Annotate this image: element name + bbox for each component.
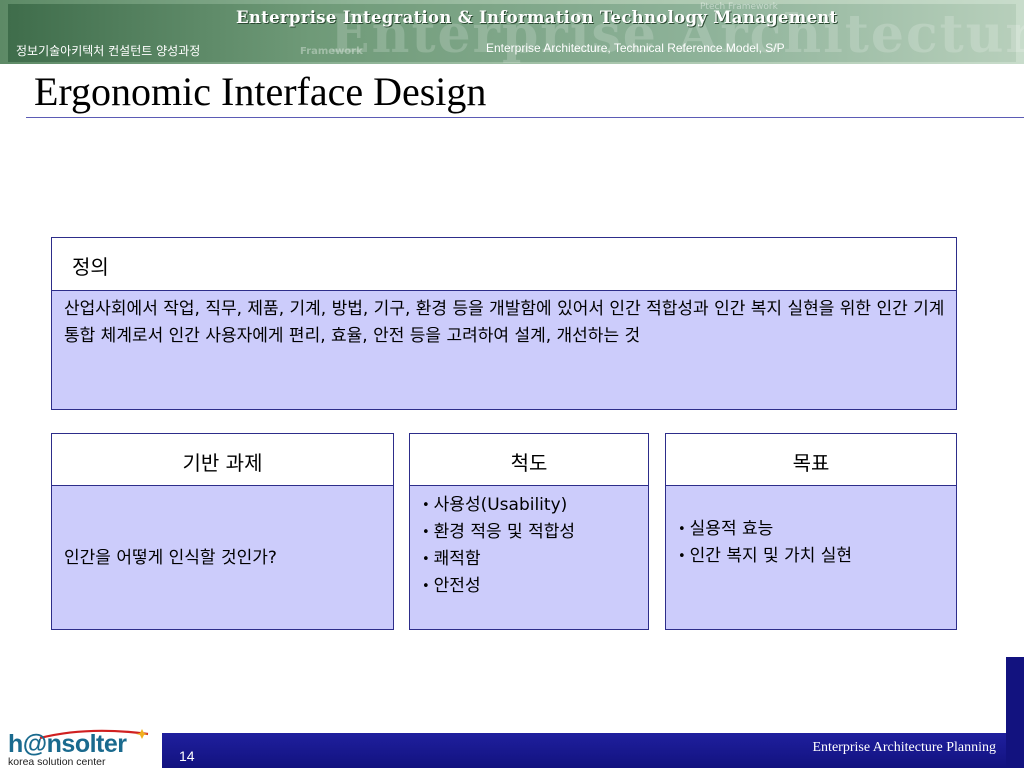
basis-text: 인간을 어떻게 인식할 것인가?	[64, 548, 277, 568]
measure-header: 척도	[410, 434, 648, 486]
definition-box: 정의 산업사회에서 작업, 직무, 제품, 기계, 방법, 기구, 환경 등을 …	[51, 237, 957, 410]
bullet-icon: •	[422, 552, 430, 567]
bullet-icon: •	[422, 498, 430, 513]
measure-list: • 사용성(Usability) • 환경 적응 및 적합성 • 쾌적함 • 안전성	[422, 492, 575, 600]
basis-label: 기반 과제	[182, 451, 263, 475]
bullet-icon: •	[422, 525, 430, 540]
definition-text: 산업사회에서 작업, 직무, 제품, 기계, 방법, 기구, 환경 등을 개발함…	[64, 299, 945, 346]
bullet-icon: •	[678, 549, 686, 564]
measure-item: 사용성(Usability)	[433, 495, 568, 515]
goal-item: 인간 복지 및 가치 실현	[689, 546, 853, 566]
list-item: • 사용성(Usability)	[422, 492, 575, 519]
logo-tagline: korea solution center	[8, 756, 106, 768]
banner-title: Enterprise Integration & Information Tec…	[236, 8, 838, 27]
company-logo: h@nsolter korea solution center	[8, 728, 158, 768]
footer-title: Enterprise Architecture Planning	[812, 740, 997, 755]
list-item: • 인간 복지 및 가치 실현	[678, 543, 852, 570]
header-banner: Enterprise Architecture Model Framework …	[0, 0, 1024, 64]
bullet-icon: •	[422, 579, 430, 594]
banner-topic: Enterprise Architecture, Technical Refer…	[486, 41, 785, 55]
goal-label: 목표	[792, 451, 830, 475]
banner-divider	[0, 64, 1024, 65]
list-item: • 쾌적함	[422, 546, 575, 573]
basis-box: 기반 과제 인간을 어떻게 인식할 것인가?	[51, 433, 394, 630]
goal-item: 실용적 효능	[689, 519, 774, 539]
basis-header: 기반 과제	[52, 434, 393, 486]
list-item: • 실용적 효능	[678, 516, 852, 543]
banner-course-name: 정보기술아키텍처 컨설턴트 양성과정	[16, 44, 201, 58]
measure-item: 안전성	[433, 576, 481, 596]
bullet-icon: •	[678, 522, 686, 537]
footer-side-strip	[1006, 657, 1024, 768]
logo-wordmark: h@nsolter	[8, 730, 127, 758]
goal-list: • 실용적 효능 • 인간 복지 및 가치 실현	[678, 516, 852, 570]
measure-label: 척도	[510, 451, 548, 475]
goal-box: 목표 • 실용적 효능 • 인간 복지 및 가치 실현	[665, 433, 957, 630]
definition-label: 정의	[72, 255, 109, 279]
title-underline	[26, 117, 1024, 118]
measure-item: 쾌적함	[433, 549, 481, 569]
banner-watermark-small: Framework	[300, 46, 363, 57]
definition-header: 정의	[52, 238, 956, 291]
page-number: 14	[179, 748, 195, 764]
measure-box: 척도 • 사용성(Usability) • 환경 적응 및 적합성 • 쾌적함 • 안전…	[409, 433, 649, 630]
list-item: • 환경 적응 및 적합성	[422, 519, 575, 546]
measure-item: 환경 적응 및 적합성	[433, 522, 576, 542]
goal-header: 목표	[666, 434, 956, 486]
slide-title: Ergonomic Interface Design	[34, 69, 487, 114]
list-item: • 안전성	[422, 573, 575, 600]
